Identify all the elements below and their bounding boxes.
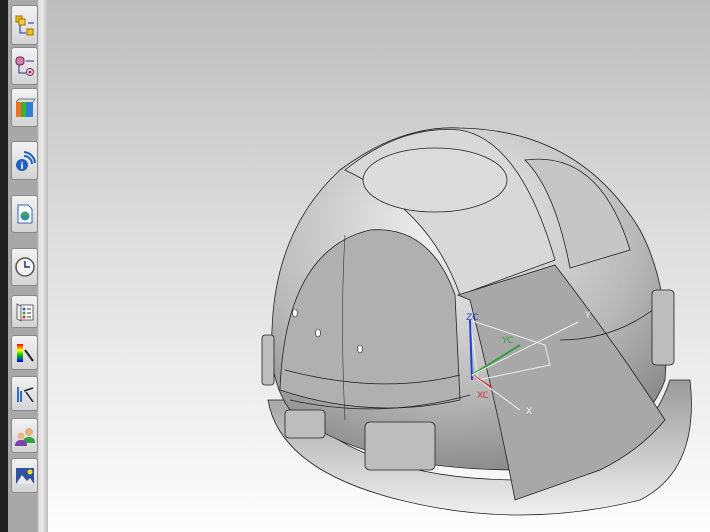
web-browser-icon xyxy=(17,204,32,224)
roles-icon xyxy=(14,427,35,446)
resource-bar-splitter[interactable] xyxy=(38,0,48,532)
part-navigator-icon xyxy=(15,56,34,76)
system-scenes-button[interactable] xyxy=(11,458,38,493)
y-label: Y xyxy=(584,311,591,321)
svg-text:i: i xyxy=(20,162,23,172)
resource-bar-edge xyxy=(0,0,8,532)
system-materials-button[interactable] xyxy=(11,295,38,328)
info-broadcast-icon: i xyxy=(15,150,36,172)
system-scenes-icon xyxy=(15,467,34,484)
assembly-navigator-icon xyxy=(15,15,34,36)
x-label: X xyxy=(526,407,532,417)
history-button[interactable] xyxy=(11,248,38,286)
part-navigator-button[interactable] xyxy=(11,47,38,85)
xc-label: XC xyxy=(477,391,489,401)
web-browser-button[interactable] xyxy=(11,195,38,233)
zc-label: ZC xyxy=(466,313,478,323)
history-clock-icon xyxy=(14,257,35,277)
reuse-library-button[interactable] xyxy=(11,88,38,127)
information-button[interactable]: i xyxy=(11,141,38,180)
reuse-library-icon xyxy=(15,98,36,117)
yc-label: YC xyxy=(501,336,513,346)
roles-button[interactable] xyxy=(11,418,38,453)
analysis-icon xyxy=(16,386,34,402)
visualization-button[interactable] xyxy=(11,335,38,370)
visualization-palette-icon xyxy=(16,343,34,362)
analysis-button[interactable] xyxy=(11,376,38,411)
helmet-model: ZC YC XC Y X xyxy=(261,127,692,516)
system-materials-icon xyxy=(16,302,33,322)
nx-window: i ZC YC XC Y X xyxy=(0,0,710,532)
graphics-window[interactable]: ZC YC XC Y X xyxy=(48,0,710,532)
assembly-navigator-button[interactable] xyxy=(11,5,38,45)
resource-bar: i xyxy=(8,0,40,532)
helmet-crown-disc xyxy=(362,147,508,213)
